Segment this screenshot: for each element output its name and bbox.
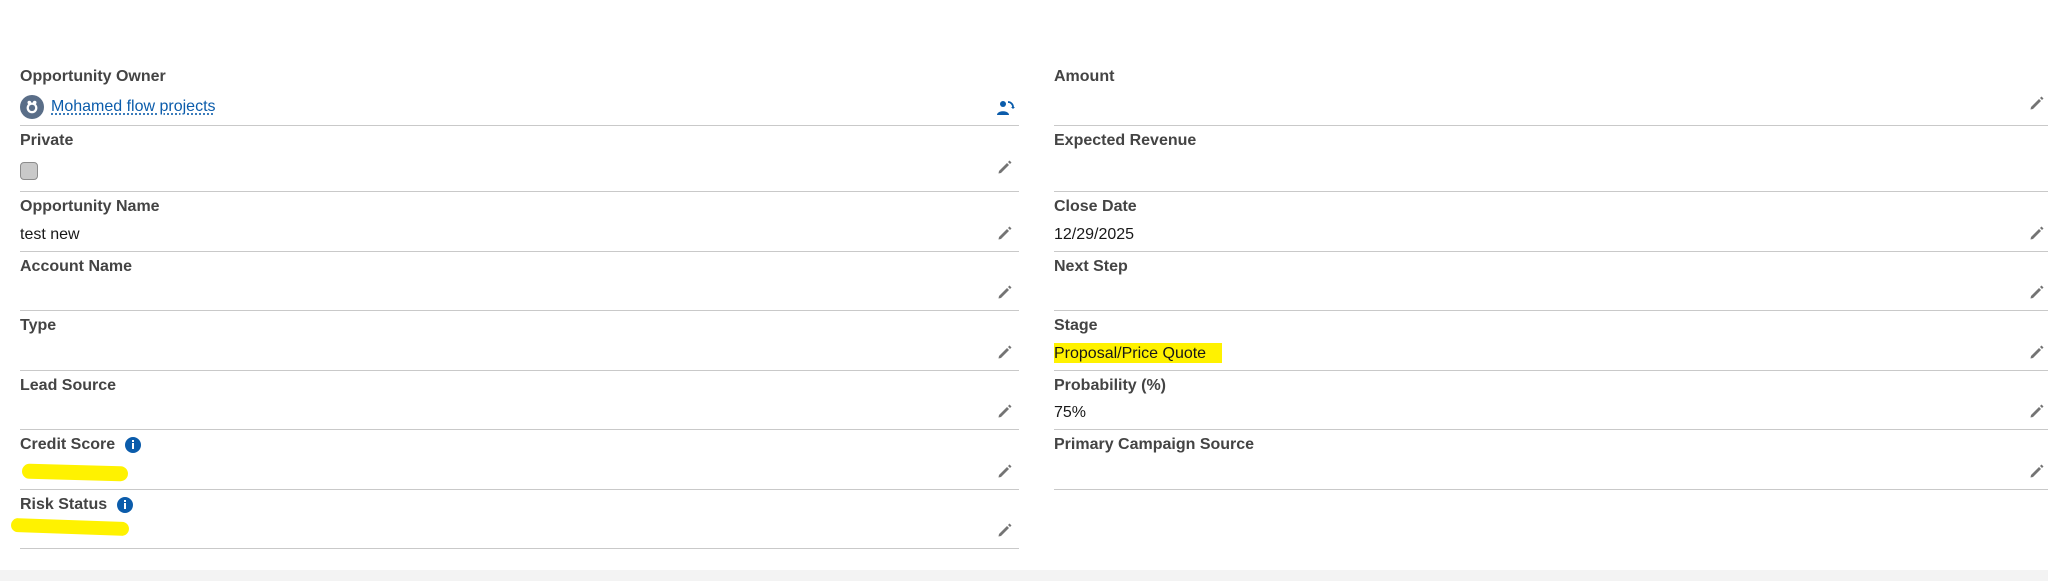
field-label: Opportunity Name xyxy=(20,198,160,215)
pencil-icon[interactable] xyxy=(996,158,1014,176)
pencil-icon[interactable] xyxy=(2028,343,2046,361)
pencil-icon[interactable] xyxy=(996,402,1014,420)
field-opportunity-name: Opportunity Name test new xyxy=(20,192,1019,252)
footer-bar xyxy=(0,570,2048,581)
pencil-icon[interactable] xyxy=(2028,283,2046,301)
field-value: 75% xyxy=(1054,404,1087,421)
user-avatar-icon xyxy=(20,95,44,119)
private-value xyxy=(20,162,38,180)
details-right-column: Amount Expected Revenue Close Date 12/29… xyxy=(1054,62,2048,490)
field-type: Type xyxy=(20,311,1019,371)
field-next-step: Next Step xyxy=(1054,252,2048,311)
field-primary-campaign-source: Primary Campaign Source xyxy=(1054,430,2048,490)
field-account-name: Account Name xyxy=(20,252,1019,311)
field-private: Private xyxy=(20,126,1019,192)
field-label-row: Risk Status xyxy=(20,496,134,514)
pencil-icon[interactable] xyxy=(996,343,1014,361)
private-checkbox xyxy=(20,162,38,180)
field-label: Amount xyxy=(1054,68,1115,85)
yellow-highlight-mark xyxy=(10,517,130,537)
field-value: 12/29/2025 xyxy=(1054,226,1135,243)
pencil-icon[interactable] xyxy=(996,283,1014,301)
record-details-page: Opportunity Owner Mohamed flow projects … xyxy=(0,0,2048,581)
owner-link[interactable]: Mohamed flow projects xyxy=(51,98,216,116)
field-value: Proposal/Price Quote xyxy=(1054,343,1223,363)
pencil-icon[interactable] xyxy=(2028,462,2046,480)
change-owner-icon[interactable] xyxy=(995,98,1015,118)
field-value: test new xyxy=(20,226,80,243)
field-close-date: Close Date 12/29/2025 xyxy=(1054,192,2048,252)
yellow-highlight-mark xyxy=(21,463,129,482)
field-label: Expected Revenue xyxy=(1054,132,1197,149)
field-opportunity-owner: Opportunity Owner Mohamed flow projects xyxy=(20,62,1019,126)
field-label: Next Step xyxy=(1054,258,1128,275)
pencil-icon[interactable] xyxy=(2028,94,2046,112)
info-icon[interactable] xyxy=(117,497,134,513)
field-label: Risk Status xyxy=(20,496,108,513)
field-risk-status: Risk Status xyxy=(10,490,1019,549)
field-label: Probability (%) xyxy=(1054,377,1167,394)
owner-value: Mohamed flow projects xyxy=(20,95,216,119)
info-icon[interactable] xyxy=(125,437,142,453)
field-expected-revenue: Expected Revenue xyxy=(1054,126,2048,192)
pencil-icon[interactable] xyxy=(996,521,1014,539)
field-label: Private xyxy=(20,132,74,149)
field-credit-score: Credit Score xyxy=(20,430,1019,490)
stage-value: Proposal/Price Quote xyxy=(1054,343,1223,363)
field-label: Type xyxy=(20,317,57,334)
field-lead-source: Lead Source xyxy=(20,371,1019,430)
pencil-icon[interactable] xyxy=(2028,224,2046,242)
field-label: Account Name xyxy=(20,258,133,275)
field-label-row: Credit Score xyxy=(20,436,142,454)
field-label: Lead Source xyxy=(20,377,117,394)
field-label: Close Date xyxy=(1054,198,1137,215)
field-probability: Probability (%) 75% xyxy=(1054,371,2048,430)
field-label: Primary Campaign Source xyxy=(1054,436,1255,453)
details-left-column: Opportunity Owner Mohamed flow projects … xyxy=(10,62,1019,549)
pencil-icon[interactable] xyxy=(996,224,1014,242)
field-label: Credit Score xyxy=(20,436,116,453)
field-label: Stage xyxy=(1054,317,1098,334)
pencil-icon[interactable] xyxy=(996,462,1014,480)
field-stage: Stage Proposal/Price Quote xyxy=(1054,311,2048,371)
field-label: Opportunity Owner xyxy=(20,68,166,85)
pencil-icon[interactable] xyxy=(2028,402,2046,420)
field-amount: Amount xyxy=(1054,62,2048,126)
